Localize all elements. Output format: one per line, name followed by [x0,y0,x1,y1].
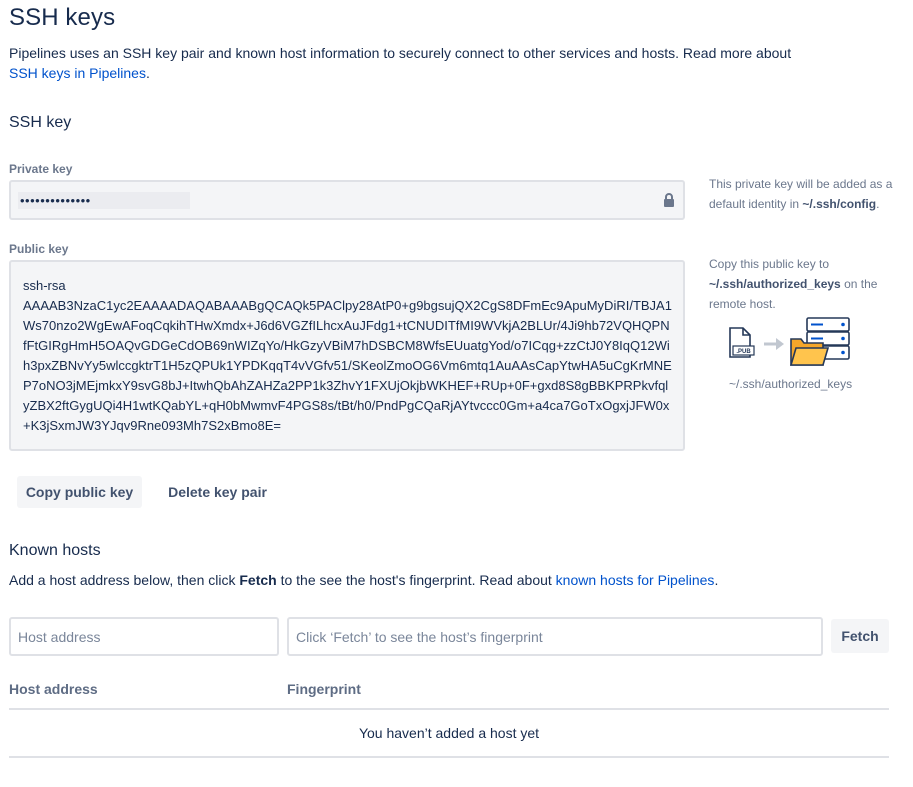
ssh-key-section-title: SSH key [9,114,72,131]
private-key-label: Private key [9,162,73,176]
private-key-field[interactable]: •••••••••••••• [9,180,685,220]
fingerprint-field: Click ‘Fetch’ to see the host’s fingerpr… [287,617,823,656]
diagram-caption: ~/.ssh/authorized_keys [729,377,853,391]
table-bottom-divider [9,756,889,758]
host-address-input[interactable]: Host address [9,617,279,656]
delete-key-pair-button[interactable]: Delete key pair [156,476,279,508]
pub-file-icon: .PUB [729,327,755,358]
authorized-keys-diagram: .PUB [729,317,850,366]
column-header-host-address: Host address [9,681,98,697]
folder-icon [789,338,830,366]
arrow-right-icon [764,338,784,350]
intro-text: Pipelines uses an SSH key pair and known… [9,45,792,81]
public-key-label: Public key [9,242,69,256]
public-key-field[interactable]: ssh-rsa AAAAB3NzaC1yc2EAAAADAQABAAABgQCAQ… [9,260,685,451]
public-key-note: Copy this public key to ~/.ssh/authorize… [709,257,878,311]
public-key-value: ssh-rsa AAAAB3NzaC1yc2EAAAADAQABAAABgQCAQ… [23,278,672,433]
empty-state-text: You haven’t added a host yet [358,725,540,741]
lock-icon [664,193,674,207]
copy-public-key-button[interactable]: Copy public key [17,476,142,508]
known-hosts-section-title: Known hosts [9,542,101,559]
known-hosts-docs-link[interactable]: known hosts for Pipelines [556,572,715,588]
private-key-note: This private key will be added as a defa… [709,177,893,211]
page-title: SSH keys [9,4,116,31]
known-hosts-help-text: Add a host address below, then click Fet… [9,572,719,588]
column-header-fingerprint: Fingerprint [287,681,361,697]
private-key-value: •••••••••••••• [18,192,190,209]
ssh-keys-docs-link[interactable]: SSH keys in Pipelines [9,65,146,81]
fetch-button[interactable]: Fetch [831,619,889,653]
svg-text:.PUB: .PUB [736,349,751,355]
table-header-divider [9,708,889,710]
